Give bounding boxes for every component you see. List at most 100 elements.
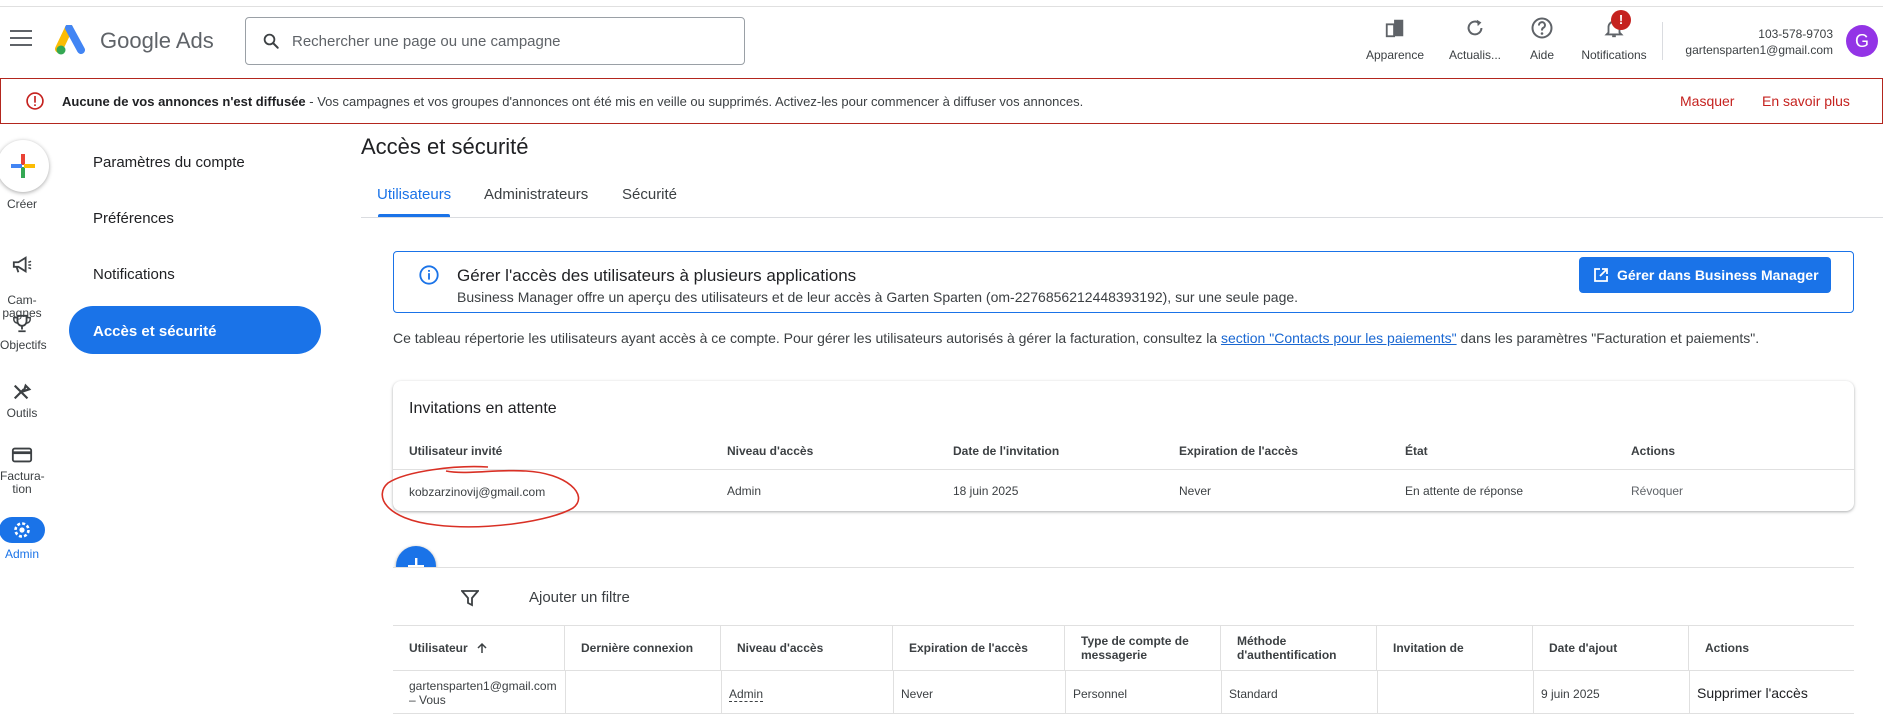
subnav-preferences[interactable]: Préférences <box>93 210 174 227</box>
col-access-expiration[interactable]: Expiration de l'accès <box>893 625 1065 671</box>
tab-divider <box>361 217 1883 218</box>
pending-invitations-card: Invitations en attente Utilisateur invit… <box>393 381 1854 511</box>
product-name: Google Ads <box>100 28 214 53</box>
search-box[interactable] <box>245 17 745 65</box>
tab-users[interactable]: Utilisateurs <box>377 186 451 203</box>
user-access-level[interactable]: Admin <box>729 687 764 702</box>
trophy-icon <box>13 314 31 333</box>
header-separator <box>1662 22 1663 60</box>
rail-admin-label[interactable]: Admin <box>0 548 44 561</box>
appearance-label: Apparence <box>1365 48 1425 62</box>
notifications-label: Notifications <box>1581 48 1647 62</box>
alert-dismiss-link[interactable]: Masquer <box>1680 93 1734 109</box>
refresh-button[interactable]: Actualis... <box>1440 14 1510 62</box>
col-date-added[interactable]: Date d'ajout <box>1533 625 1689 671</box>
help-button[interactable]: Aide <box>1522 14 1562 62</box>
rail-create-label[interactable]: Créer <box>0 198 44 211</box>
rail-tools-label: Outils <box>6 406 38 420</box>
col-email-account-type[interactable]: Type de compte de messagerie <box>1065 625 1221 671</box>
top-divider <box>0 6 1883 7</box>
col-last-login[interactable]: Dernière connexion <box>565 625 721 671</box>
avatar[interactable]: G <box>1846 25 1878 57</box>
col-access-level[interactable]: Niveau d'accès <box>721 625 893 671</box>
invitation-state: En attente de réponse <box>1405 484 1524 498</box>
col-auth-method[interactable]: Méthode d'authentification <box>1221 625 1377 671</box>
revoke-invitation-link[interactable]: Révoquer <box>1631 484 1683 498</box>
subnav-notifications[interactable]: Notifications <box>93 266 175 283</box>
invitation-expiration: Never <box>1179 484 1212 498</box>
col-user[interactable]: Utilisateur <box>393 625 565 671</box>
help-label: Aide <box>1529 48 1555 62</box>
user-access-expiration: Never <box>901 687 934 701</box>
user-auth-method: Standard <box>1229 687 1278 701</box>
tools-icon <box>13 383 32 400</box>
manage-in-business-manager-button[interactable]: Gérer dans Business Manager <box>1579 257 1831 293</box>
cell-divider <box>1221 671 1222 714</box>
credit-card-icon <box>11 447 33 463</box>
col-invited-by[interactable]: Invitation de <box>1377 625 1533 671</box>
megaphone-icon <box>12 256 32 274</box>
plus-icon <box>11 154 35 178</box>
subnav-access-security[interactable]: Accès et sécurité <box>69 306 321 354</box>
search-input[interactable] <box>292 32 712 50</box>
page-title: Accès et sécurité <box>361 134 529 159</box>
rail-campaigns[interactable]: Cam- pagnes <box>0 242 44 320</box>
cell-divider <box>721 671 722 714</box>
add-filter-button[interactable]: Ajouter un filtre <box>529 589 630 606</box>
pending-invitations-title: Invitations en attente <box>409 400 557 417</box>
rail-billing-label: Factura- tion <box>0 469 45 496</box>
alert-banner: Aucune de vos annonces n'est diffusée - … <box>0 78 1883 124</box>
error-icon <box>26 92 44 110</box>
col-actions: Actions <box>1631 444 1676 458</box>
tab-administrators[interactable]: Administrateurs <box>484 186 588 203</box>
info-title: Gérer l'accès des utilisateurs à plusieu… <box>457 266 857 285</box>
rail-goals-label: Objectifs <box>0 338 47 352</box>
top-app-bar: Google Ads Apparence Actualis... Aide ! <box>0 0 1883 80</box>
subnav-account-settings[interactable]: Paramètres du compte <box>93 154 245 171</box>
payment-contacts-link[interactable]: section "Contacts pour les paiements" <box>1221 330 1457 346</box>
refresh-label: Actualis... <box>1448 48 1502 62</box>
google-ads-logo <box>55 25 85 55</box>
alert-text: - Vos campagnes et vos groupes d'annonce… <box>305 94 1084 109</box>
cell-divider <box>1533 671 1534 714</box>
desc-before: Ce tableau répertorie les utilisateurs a… <box>393 330 1221 346</box>
appearance-button[interactable]: Apparence <box>1360 14 1430 62</box>
desc-after: dans les paramètres "Facturation et paie… <box>1456 330 1760 346</box>
col-invitation-date[interactable]: Date de l'invitation <box>953 444 1059 458</box>
tab-security[interactable]: Sécurité <box>622 186 677 203</box>
appearance-icon <box>1385 19 1404 38</box>
alert-learn-more-link[interactable]: En savoir plus <box>1762 93 1850 109</box>
user-date-added: 9 juin 2025 <box>1541 687 1600 701</box>
invitation-date: 18 juin 2025 <box>953 484 1019 498</box>
open-external-icon <box>1594 268 1608 282</box>
info-text: Business Manager offre un aperçu des uti… <box>457 289 1299 305</box>
menu-icon[interactable] <box>10 30 32 48</box>
col-state[interactable]: État <box>1405 444 1428 458</box>
col-invited-user[interactable]: Utilisateur invité <box>409 444 502 458</box>
invited-access-level: Admin <box>727 484 762 498</box>
rail-goals[interactable]: Objectifs <box>0 314 47 352</box>
col-access-expiration[interactable]: Expiration de l'accès <box>1179 444 1298 458</box>
remove-access-button[interactable]: Supprimer l'accès <box>1697 686 1808 700</box>
card-row-divider <box>393 469 1854 470</box>
rail-billing[interactable]: Factura- tion <box>0 446 45 496</box>
search-icon <box>263 33 279 49</box>
cell-divider <box>565 671 566 714</box>
rail-admin-active-indicator[interactable] <box>0 517 45 543</box>
info-icon <box>419 265 439 285</box>
cell-divider <box>1689 671 1690 714</box>
users-table: Utilisateur Dernière connexion Niveau d'… <box>393 625 1854 714</box>
col-access-level[interactable]: Niveau d'accès <box>727 444 813 458</box>
user-account-type: Personnel <box>1073 687 1128 701</box>
user-email: gartensparten1@gmail.com – Vous <box>409 679 557 707</box>
notifications-button[interactable]: ! Notifications <box>1575 10 1653 62</box>
cell-divider <box>893 671 894 714</box>
red-annotation-circle <box>381 465 580 528</box>
rail-tools[interactable]: Outils <box>0 382 44 420</box>
filter-icon[interactable] <box>461 589 479 607</box>
business-manager-info-box: Gérer l'accès des utilisateurs à plusieu… <box>393 251 1854 313</box>
account-info[interactable]: 103-578-9703 gartensparten1@gmail.com <box>1685 26 1833 58</box>
create-button[interactable] <box>0 140 49 192</box>
account-email: gartensparten1@gmail.com <box>1685 43 1833 57</box>
col-user-label: Utilisateur <box>409 641 468 655</box>
